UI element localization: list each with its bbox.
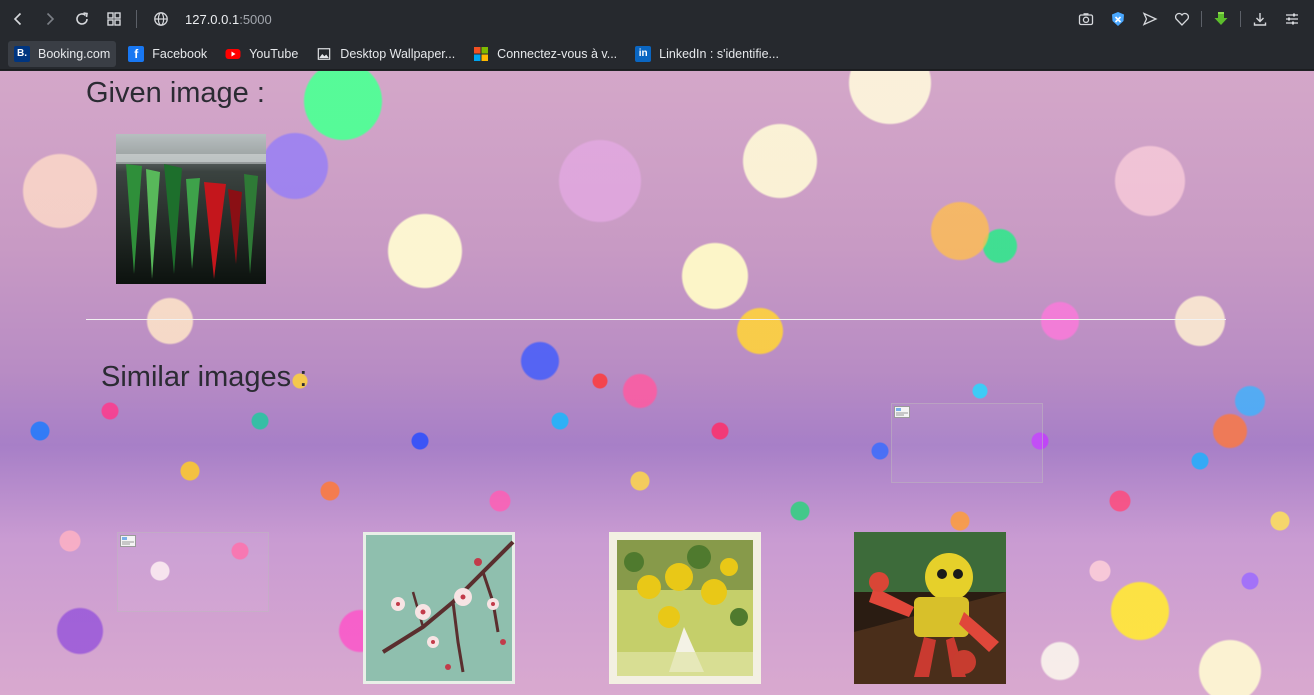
similar-images-heading: Similar images :	[101, 361, 308, 393]
globe-icon	[154, 12, 168, 26]
similar-image	[609, 532, 761, 684]
bookmark-microsoft[interactable]: Connectez-vous à v...	[467, 41, 623, 67]
chevron-right-icon	[46, 12, 55, 26]
microsoft-icon	[473, 46, 489, 62]
download-icon	[1253, 13, 1267, 26]
chevron-left-icon	[13, 12, 22, 26]
page-viewport: Given image : Similar images :	[0, 71, 1314, 695]
toolbar-actions	[1070, 0, 1314, 38]
flow-button[interactable]	[1134, 0, 1166, 38]
image-icon	[316, 46, 332, 62]
reload-button[interactable]	[66, 0, 98, 38]
send-icon	[1142, 12, 1158, 26]
similar-image-broken	[117, 532, 269, 612]
reload-icon	[76, 12, 88, 25]
bookmark-facebook[interactable]: f Facebook	[122, 41, 213, 67]
broken-image-icon	[120, 535, 136, 547]
adblock-button[interactable]	[1102, 0, 1134, 38]
browser-toolbar: 127.0.0.1:5000	[0, 0, 1314, 38]
shield-icon	[1112, 12, 1124, 26]
speed-dial-button[interactable]	[98, 0, 130, 38]
given-image-heading: Given image :	[86, 77, 265, 109]
sliders-icon	[1286, 13, 1298, 25]
bookmark-youtube[interactable]: YouTube	[219, 41, 304, 67]
similar-image-broken	[891, 403, 1043, 483]
bookmark-linkedin[interactable]: in LinkedIn : s'identifie...	[629, 41, 785, 67]
camera-icon	[1078, 13, 1094, 26]
bookmark-label: YouTube	[249, 46, 299, 61]
bookmark-label: Facebook	[152, 46, 208, 61]
url-port: :5000	[239, 11, 272, 27]
bookmark-wallpaper[interactable]: Desktop Wallpaper...	[310, 41, 461, 67]
forward-button[interactable]	[34, 0, 66, 38]
similar-image	[854, 532, 1006, 684]
booking-icon: B.	[14, 45, 30, 62]
similar-image	[363, 532, 515, 684]
my-flow-button[interactable]	[1166, 0, 1198, 38]
back-button[interactable]	[2, 0, 34, 38]
address-bar[interactable]: 127.0.0.1:5000	[147, 0, 1070, 38]
download-arrow-green-icon	[1214, 12, 1228, 25]
easy-setup-button[interactable]	[1276, 0, 1308, 38]
bookmark-label: Desktop Wallpaper...	[340, 46, 456, 61]
section-divider	[86, 319, 1226, 320]
grid-icon	[107, 12, 121, 26]
linkedin-icon: in	[635, 45, 652, 62]
bookmark-booking[interactable]: B. Booking.com	[8, 40, 117, 67]
given-image	[116, 134, 266, 284]
youtube-icon	[225, 46, 241, 62]
toolbar-separator	[1201, 11, 1202, 27]
bookmark-label: Booking.com	[38, 46, 111, 61]
downloads-button[interactable]	[1244, 0, 1276, 38]
facebook-icon: f	[128, 45, 145, 62]
bookmark-label: LinkedIn : s'identifie...	[659, 46, 779, 61]
toolbar-separator	[136, 10, 137, 28]
heart-icon	[1174, 12, 1190, 26]
broken-image-icon	[894, 406, 910, 418]
snapshot-button[interactable]	[1070, 0, 1102, 38]
bookmarks-bar: B. Booking.com f Facebook YouTube Deskto…	[0, 38, 1314, 70]
toolbar-separator	[1240, 11, 1241, 27]
extension-button[interactable]	[1205, 0, 1237, 38]
url-host: 127.0.0.1	[185, 11, 240, 27]
bookmark-label: Connectez-vous à v...	[497, 46, 618, 61]
